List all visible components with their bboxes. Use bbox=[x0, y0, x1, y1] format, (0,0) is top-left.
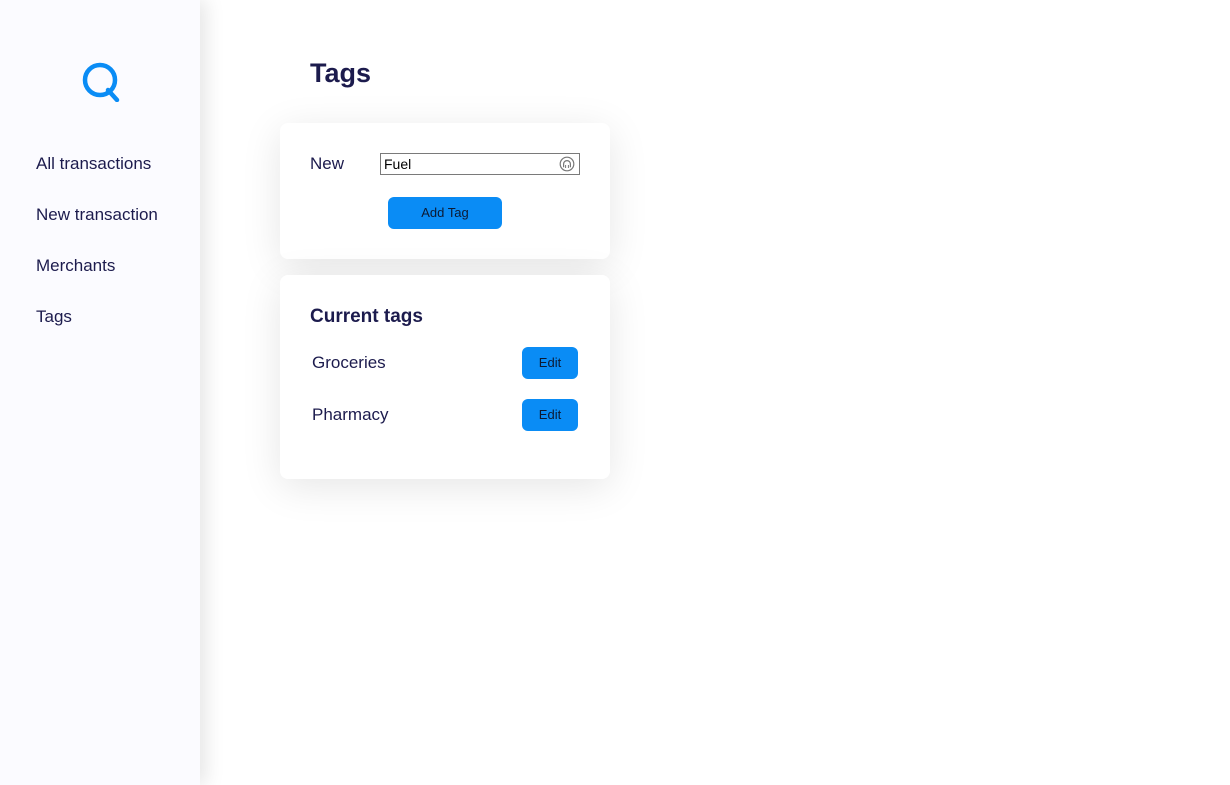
sidebar-item-tags[interactable]: Tags bbox=[36, 307, 72, 327]
main-content: Tags New Add Tag Current tags Groceries … bbox=[200, 0, 1230, 785]
tag-row: Groceries Edit bbox=[312, 347, 578, 379]
current-tags-title: Current tags bbox=[310, 306, 423, 327]
sidebar-item-merchants[interactable]: Merchants bbox=[36, 256, 115, 276]
new-tag-card: New Add Tag bbox=[280, 123, 610, 259]
edit-tag-button[interactable]: Edit bbox=[522, 347, 578, 379]
tag-name: Pharmacy bbox=[312, 405, 389, 424]
add-tag-button[interactable]: Add Tag bbox=[388, 197, 502, 229]
logo-icon[interactable] bbox=[80, 60, 122, 102]
password-manager-icon[interactable] bbox=[559, 156, 575, 172]
new-tag-input[interactable] bbox=[381, 154, 551, 174]
edit-tag-button[interactable]: Edit bbox=[522, 399, 578, 431]
sidebar: All transactions New transaction Merchan… bbox=[0, 0, 200, 785]
tag-name: Groceries bbox=[312, 353, 386, 372]
new-tag-field[interactable] bbox=[380, 153, 580, 175]
sidebar-item-new-transaction[interactable]: New transaction bbox=[36, 205, 158, 225]
page-title: Tags bbox=[310, 58, 372, 88]
tag-row: Pharmacy Edit bbox=[312, 399, 578, 431]
sidebar-item-all-transactions[interactable]: All transactions bbox=[36, 154, 151, 174]
current-tags-card: Current tags Groceries Edit Pharmacy Edi… bbox=[280, 275, 610, 479]
new-tag-label: New bbox=[310, 154, 345, 173]
